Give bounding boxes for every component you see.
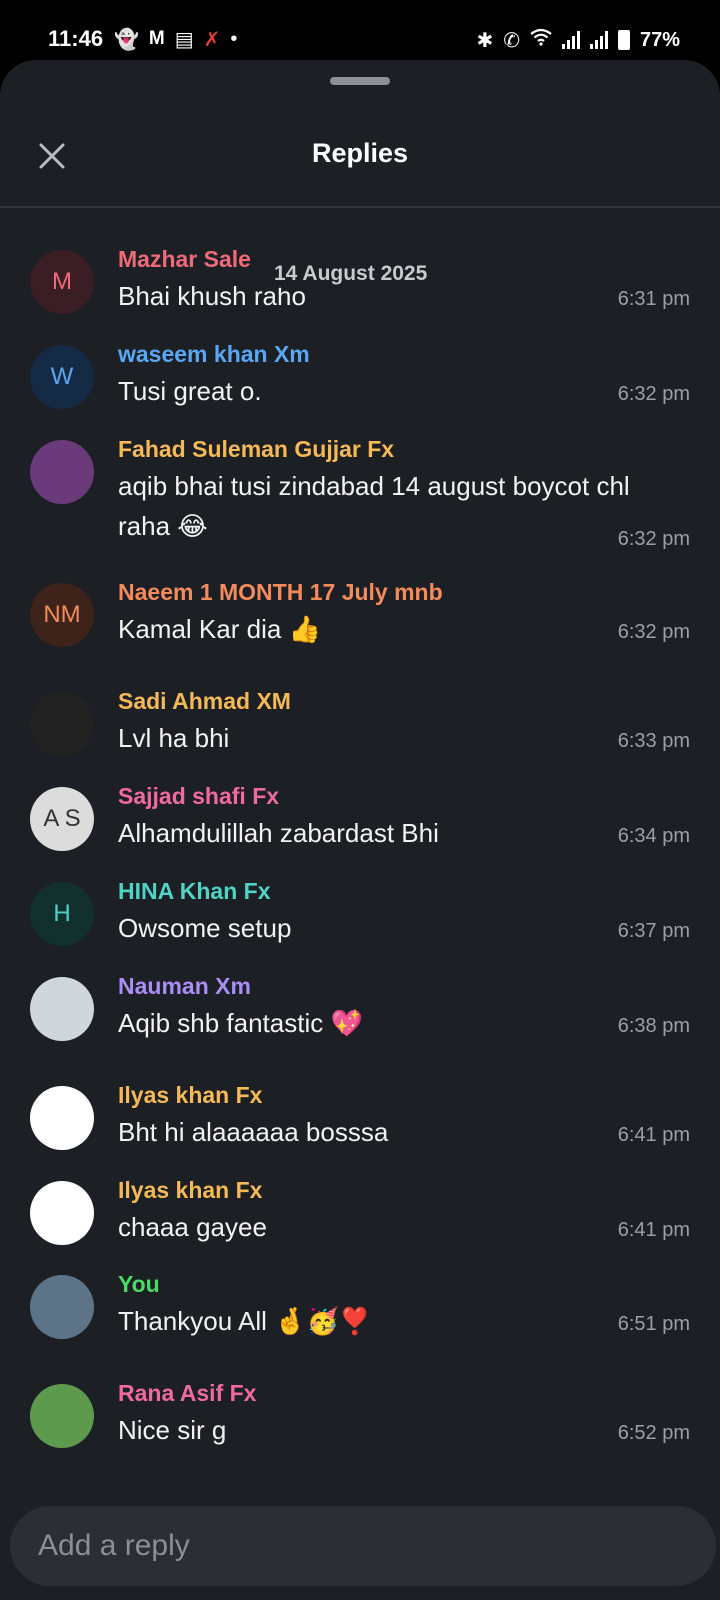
reply-author[interactable]: Ilyas khan Fx [118, 1082, 262, 1109]
avatar[interactable] [30, 1181, 94, 1245]
reply-timestamp: 6:37 pm [617, 920, 690, 942]
reply-author[interactable]: You [118, 1271, 160, 1298]
avatar[interactable]: W [30, 345, 94, 409]
reply-author[interactable]: Sadi Ahmad XM [118, 688, 291, 715]
reply-text: Nice sir g [118, 1415, 227, 1445]
battery-percent: 77% [639, 28, 680, 51]
drag-handle[interactable] [330, 77, 390, 85]
date-label: 14 August 2025 [270, 260, 432, 288]
reply-author[interactable]: Nauman Xm [118, 973, 251, 1000]
dot-icon: • [230, 27, 238, 50]
reply-text: Thankyou All 🤞🥳❣️ [118, 1306, 372, 1336]
reply-author[interactable]: Naeem 1 MONTH 17 July mnb [118, 579, 443, 606]
reply-timestamp: 6:32 pm [617, 528, 690, 550]
reply-author[interactable]: waseem khan Xm [118, 341, 310, 368]
avatar[interactable]: M [30, 250, 94, 314]
reply-timestamp: 6:52 pm [617, 1422, 690, 1444]
status-system-icons: ✱ ✆ 77% [476, 26, 680, 54]
reply-text: Owsome setup [118, 913, 292, 943]
reply-text: Aqib shb fantastic 💖 [118, 1008, 363, 1038]
reply-timestamp: 6:41 pm [617, 1219, 690, 1241]
app-icon: ✗ [203, 28, 221, 51]
wifi-call-icon: ✆ [503, 29, 520, 52]
reply-author[interactable]: Sajjad shafi Fx [118, 783, 279, 810]
avatar[interactable]: A S [30, 787, 94, 851]
reply-timestamp: 6:32 pm [617, 621, 690, 643]
reply-timestamp: 6:32 pm [617, 383, 690, 405]
reply-bar[interactable] [10, 1506, 716, 1586]
reply-input[interactable] [38, 1526, 678, 1566]
reply-author[interactable]: Fahad Suleman Gujjar Fx [118, 436, 394, 463]
snapchat-icon: 👻 [114, 28, 139, 51]
reply-text: chaaa gayee [118, 1212, 267, 1242]
reply-author[interactable]: HINA Khan Fx [118, 878, 271, 905]
reply-text: Tusi great o. [118, 376, 262, 406]
status-notification-icons: 👻 M ▤ ✗ • [114, 26, 237, 52]
header-divider [0, 206, 720, 208]
avatar[interactable] [30, 1086, 94, 1150]
reply-author[interactable]: Mazhar Sale [118, 246, 251, 273]
replies-sheet: Replies M Mazhar Sale Bhai khush raho 6:31 … [0, 60, 720, 1600]
reply-timestamp: 6:38 pm [617, 1015, 690, 1037]
reply-text: Bht hi alaaaaaa bosssa [118, 1117, 389, 1147]
battery-icon [617, 30, 630, 50]
reply-text: Alhamdulillah zabardast Bhi [118, 818, 439, 848]
avatar[interactable] [30, 440, 94, 504]
sim-icon: ▤ [174, 28, 194, 51]
bluetooth-icon: ✱ [476, 29, 494, 52]
avatar[interactable] [30, 692, 94, 756]
avatar[interactable] [30, 1275, 94, 1339]
signal-icon [561, 31, 580, 49]
signal-icon [589, 31, 608, 49]
status-time: 11:46 [48, 26, 104, 51]
reply-text: Kamal Kar dia 👍 [118, 614, 321, 644]
reply-timestamp: 6:31 pm [617, 288, 690, 310]
reply-text: Lvl ha bhi [118, 723, 230, 753]
avatar[interactable] [30, 977, 94, 1041]
reply-timestamp: 6:33 pm [617, 730, 690, 752]
avatar[interactable]: NM [30, 583, 94, 647]
avatar[interactable] [30, 1384, 94, 1448]
reply-author[interactable]: Rana Asif Fx [118, 1380, 256, 1407]
reply-author[interactable]: Ilyas khan Fx [118, 1177, 262, 1204]
reply-timestamp: 6:34 pm [617, 825, 690, 847]
avatar[interactable]: H [30, 882, 94, 946]
reply-text: aqib bhai tusi zindabad 14 august boycot… [118, 471, 630, 541]
gmail-icon: M [148, 28, 165, 49]
page-title: Replies [311, 138, 409, 168]
wifi-icon [530, 28, 552, 52]
reply-timestamp: 6:41 pm [617, 1124, 690, 1146]
reply-timestamp: 6:51 pm [617, 1313, 690, 1335]
